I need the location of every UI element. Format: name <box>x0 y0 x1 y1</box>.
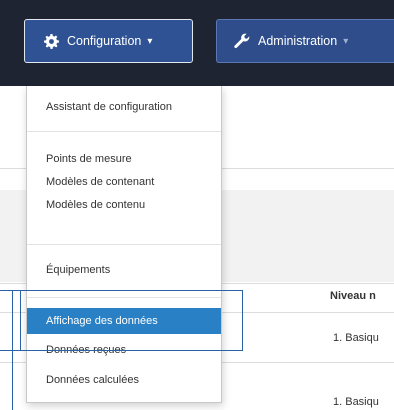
highlight-annotation-box <box>20 290 243 351</box>
menu-item-donnees-calculees[interactable]: Données calculées <box>27 367 221 393</box>
wrench-icon <box>234 33 250 49</box>
chevron-down-icon: ▾ <box>147 35 153 47</box>
menu-item-modeles-de-contenu[interactable]: Modèles de contenu <box>27 192 221 218</box>
chevron-down-icon: ▾ <box>343 35 349 47</box>
administration-menu-button[interactable]: Administration ▾ <box>216 19 394 63</box>
gear-icon <box>44 33 59 49</box>
table-row: 1. Basiqu <box>333 396 379 408</box>
highlight-annotation-line <box>0 350 21 351</box>
table-column-header: Niveau n <box>330 290 376 302</box>
administration-label: Administration <box>258 34 338 48</box>
configuration-menu-button[interactable]: Configuration ▾ <box>24 19 193 63</box>
menu-divider <box>27 131 221 132</box>
highlight-annotation-line <box>0 290 21 291</box>
configuration-dropdown-menu: Assistant de configuration Points de mes… <box>26 86 222 403</box>
table-row: 1. Basiqu <box>333 332 379 344</box>
menu-item-assistant-de-configuration[interactable]: Assistant de configuration <box>27 94 221 120</box>
menu-item-equipements[interactable]: Équipements <box>27 257 221 283</box>
menu-divider <box>27 244 221 245</box>
configuration-label: Configuration <box>67 34 142 48</box>
